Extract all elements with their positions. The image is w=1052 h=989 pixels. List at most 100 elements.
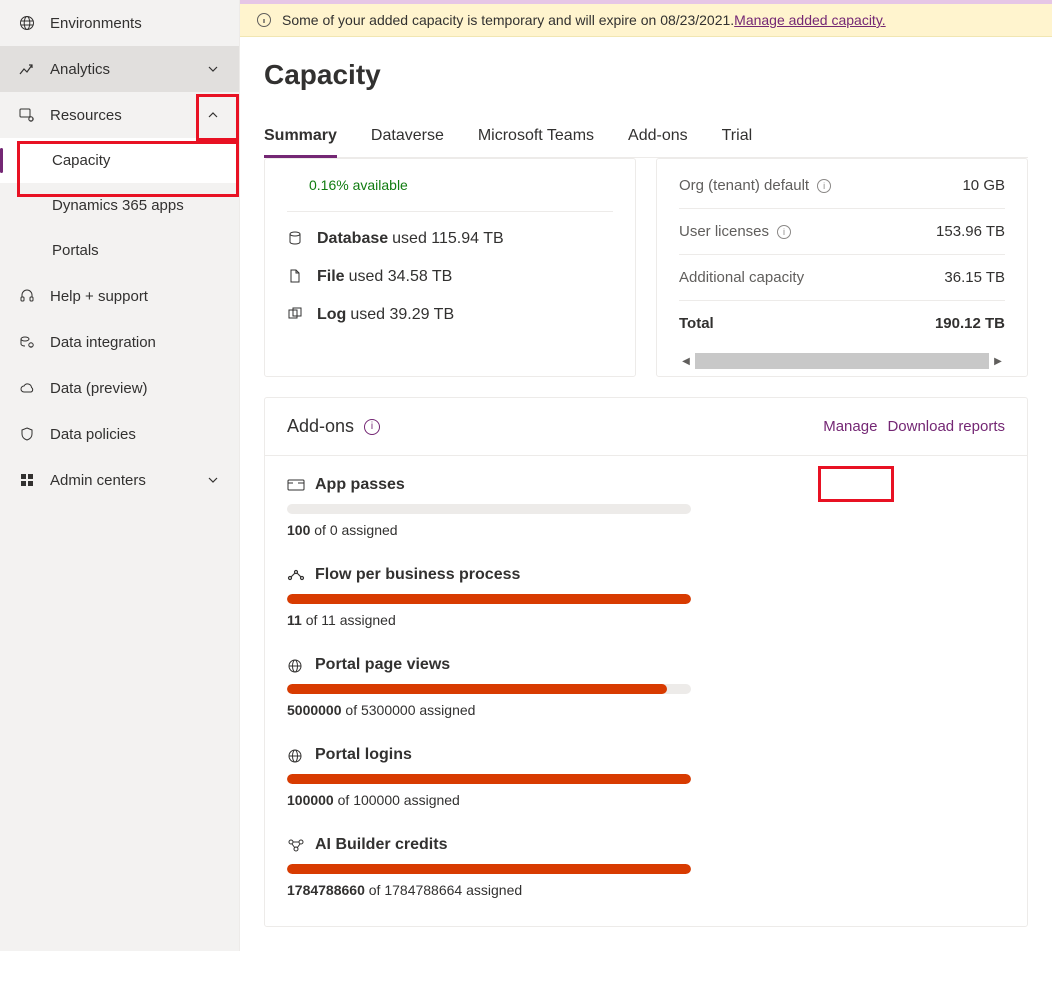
nav-label: Dynamics 365 apps: [52, 197, 184, 214]
banner-link[interactable]: Manage added capacity.: [734, 12, 886, 28]
cloud-icon: [18, 379, 36, 397]
nav-dynamics365[interactable]: Dynamics 365 apps: [0, 183, 239, 228]
addon-flow-bp: Flow per business process 11 of 11 assig…: [265, 546, 1027, 628]
nav-label: Help + support: [50, 288, 148, 305]
info-icon[interactable]: i: [364, 419, 380, 435]
row-label: User licenses: [679, 223, 769, 240]
usage-file: File used 34.58 TB: [287, 268, 613, 286]
globe-icon: [287, 748, 305, 762]
addon-name: App passes: [315, 476, 405, 494]
nav-label: Resources: [50, 107, 122, 124]
row-org-default: Org (tenant) default i 10 GB: [679, 163, 1005, 209]
file-icon: [287, 268, 305, 286]
chevron-down-icon: [207, 62, 221, 76]
nav-label: Capacity: [52, 152, 110, 169]
nav-data-integration[interactable]: Data integration: [0, 319, 239, 365]
nav-label: Environments: [50, 15, 142, 32]
addon-name: Portal logins: [315, 746, 412, 764]
addon-name: Portal page views: [315, 656, 450, 674]
tab-addons[interactable]: Add-ons: [628, 127, 688, 157]
progress-bar: [287, 504, 691, 514]
row-value: 153.96 TB: [936, 223, 1005, 240]
usage-log: Log used 39.29 TB: [287, 306, 613, 324]
globe-icon: [18, 14, 36, 32]
banner-text: Some of your added capacity is temporary…: [282, 12, 734, 28]
info-icon[interactable]: i: [817, 179, 831, 193]
row-label: Org (tenant) default: [679, 177, 809, 194]
chevron-up-icon: [207, 108, 221, 122]
addon-usage: 100 of 0 assigned: [287, 522, 1005, 538]
row-label: Additional capacity: [679, 269, 804, 286]
row-user-licenses: User licenses i 153.96 TB: [679, 209, 1005, 255]
nav-data-preview[interactable]: Data (preview): [0, 365, 239, 411]
info-icon: [256, 12, 272, 28]
nav-analytics[interactable]: Analytics: [0, 46, 239, 92]
ai-builder-icon: [287, 838, 305, 852]
admin-icon: [18, 471, 36, 489]
usage-value: used 34.58 TB: [349, 268, 453, 286]
nav-label: Data policies: [50, 426, 136, 443]
addon-app-passes: App passes 100 of 0 assigned: [265, 456, 1027, 538]
database-icon: [287, 230, 305, 248]
download-reports-link[interactable]: Download reports: [887, 418, 1005, 435]
addon-name: Flow per business process: [315, 566, 520, 584]
nav-resources[interactable]: Resources: [0, 92, 239, 138]
progress-bar: [287, 774, 691, 784]
resources-icon: [18, 106, 36, 124]
nav-data-policies[interactable]: Data policies: [0, 411, 239, 457]
tab-summary[interactable]: Summary: [264, 127, 337, 157]
scroll-track[interactable]: [695, 353, 989, 369]
progress-bar: [287, 684, 691, 694]
row-value: 190.12 TB: [935, 315, 1005, 332]
capacity-sources-card: Org (tenant) default i 10 GB User licens…: [656, 158, 1028, 377]
horizontal-scrollbar[interactable]: ◀ ▶: [679, 352, 1005, 370]
addons-card: Add-ons i Manage Download reports App pa…: [264, 397, 1028, 927]
storage-summary-card: 0.16% available Database used 115.94 TB: [264, 158, 636, 377]
sidebar: Environments Analytics Resources Capacit…: [0, 0, 240, 951]
scroll-left-icon[interactable]: ◀: [679, 354, 693, 368]
addon-ai-builder: AI Builder credits 1784788660 of 1784788…: [265, 816, 1027, 926]
usage-label: File: [317, 268, 345, 286]
progress-bar: [287, 594, 691, 604]
row-value: 36.15 TB: [944, 269, 1005, 286]
tabs: Summary Dataverse Microsoft Teams Add-on…: [264, 127, 1028, 158]
chevron-down-icon: [207, 473, 221, 487]
app-passes-icon: [287, 478, 305, 492]
nav-label: Analytics: [50, 61, 110, 78]
usage-value: used 39.29 TB: [350, 306, 454, 324]
nav-help-support[interactable]: Help + support: [0, 273, 239, 319]
nav-portals[interactable]: Portals: [0, 228, 239, 273]
nav-environments[interactable]: Environments: [0, 0, 239, 46]
nav-label: Data (preview): [50, 380, 148, 397]
scroll-right-icon[interactable]: ▶: [991, 354, 1005, 368]
nav-admin-centers[interactable]: Admin centers: [0, 457, 239, 503]
analytics-icon: [18, 60, 36, 78]
info-banner: Some of your added capacity is temporary…: [240, 0, 1052, 37]
usage-database: Database used 115.94 TB: [287, 230, 613, 248]
addon-portal-logins: Portal logins 100000 of 100000 assigned: [265, 726, 1027, 808]
integration-icon: [18, 333, 36, 351]
manage-link[interactable]: Manage: [823, 418, 877, 435]
tab-trial[interactable]: Trial: [722, 127, 753, 157]
shield-icon: [18, 425, 36, 443]
flow-icon: [287, 568, 305, 582]
usage-label: Database: [317, 230, 388, 248]
row-additional-capacity: Additional capacity 36.15 TB: [679, 255, 1005, 301]
nav-capacity[interactable]: Capacity: [0, 138, 239, 183]
addon-portal-page-views: Portal page views 5000000 of 5300000 ass…: [265, 636, 1027, 718]
addon-name: AI Builder credits: [315, 836, 447, 854]
info-icon[interactable]: i: [777, 225, 791, 239]
log-icon: [287, 306, 305, 324]
nav-label: Portals: [52, 242, 99, 259]
tab-microsoft-teams[interactable]: Microsoft Teams: [478, 127, 594, 157]
addons-title: Add-ons: [287, 416, 354, 437]
tab-dataverse[interactable]: Dataverse: [371, 127, 444, 157]
addon-usage: 5000000 of 5300000 assigned: [287, 702, 1005, 718]
globe-icon: [287, 658, 305, 672]
row-label: Total: [679, 315, 714, 332]
nav-label: Admin centers: [50, 472, 146, 489]
available-pct: 0.16% available: [309, 177, 613, 193]
addons-header: Add-ons i Manage Download reports: [265, 398, 1027, 456]
row-value: 10 GB: [962, 177, 1005, 194]
addon-usage: 100000 of 100000 assigned: [287, 792, 1005, 808]
